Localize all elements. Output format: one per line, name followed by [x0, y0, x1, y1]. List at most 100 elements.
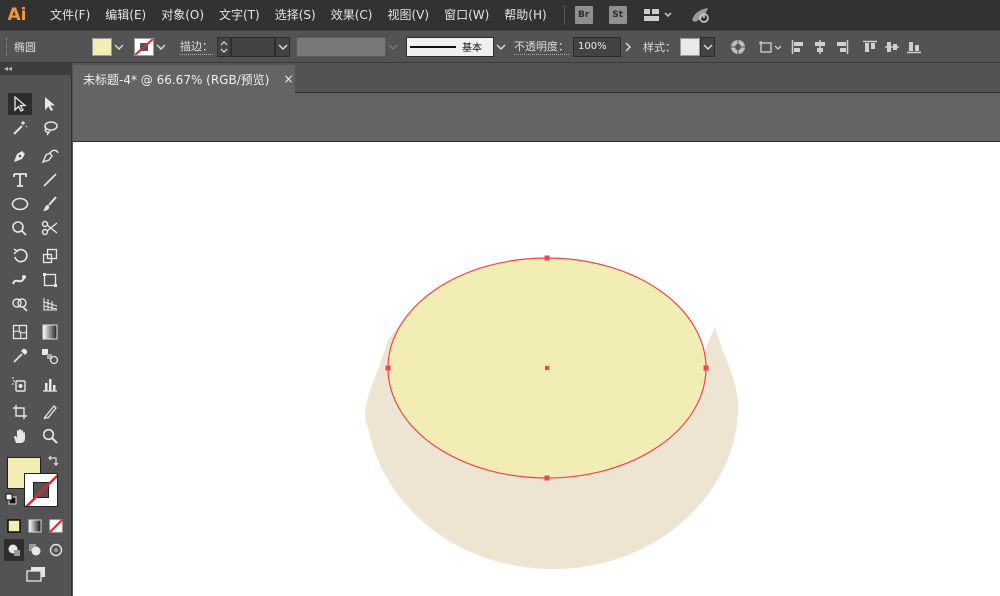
app-logo: Ai — [7, 5, 27, 25]
toolbar-collapse-handle[interactable]: ◂◂ — [0, 63, 72, 75]
swap-fill-stroke-button[interactable] — [47, 455, 59, 470]
menu-file[interactable]: 文件(F) — [44, 0, 96, 30]
paintbrush-tool[interactable] — [38, 193, 62, 215]
arrange-documents-button[interactable] — [643, 8, 673, 22]
align-bottom-button[interactable] — [903, 35, 925, 59]
pen-tool[interactable] — [8, 145, 32, 167]
stroke-label[interactable]: 描边： — [180, 38, 213, 55]
align-top-button[interactable] — [859, 35, 881, 59]
default-fill-stroke-button[interactable] — [5, 493, 17, 508]
variable-width-dropdown[interactable] — [386, 37, 400, 57]
gpu-performance-button[interactable] — [689, 6, 711, 24]
line-segment-tool[interactable] — [38, 169, 62, 191]
none-mode-button[interactable] — [46, 515, 66, 537]
artboard — [73, 142, 1000, 596]
brush-definition-dropdown[interactable] — [494, 37, 508, 57]
scale-tool[interactable] — [38, 245, 62, 267]
shape-builder-tool[interactable] — [8, 293, 32, 315]
gradient-mode-button[interactable] — [25, 515, 45, 537]
align-middle-icon — [885, 41, 899, 52]
close-tab-icon[interactable]: × — [283, 72, 293, 86]
fill-color-dropdown[interactable] — [112, 37, 126, 57]
opacity-label[interactable]: 不透明度： — [514, 38, 569, 55]
magic-wand-tool[interactable] — [8, 117, 32, 139]
document-tab[interactable]: 未标题-4* @ 66.67% (RGB/预览) × — [73, 65, 295, 93]
align-right-button[interactable] — [831, 35, 853, 59]
stock-button[interactable]: St — [608, 6, 627, 24]
menu-object[interactable]: 对象(O) — [155, 0, 210, 30]
gradient-tool[interactable] — [38, 321, 62, 343]
variable-width-profile[interactable] — [296, 36, 386, 57]
puppet-warp-icon — [12, 275, 26, 285]
mesh-tool[interactable] — [8, 321, 32, 343]
anchor-point-right[interactable] — [703, 365, 709, 371]
line-segment-icon — [43, 173, 57, 187]
draw-inside-button[interactable] — [46, 539, 66, 561]
slice-tool[interactable] — [38, 401, 62, 423]
menu-select[interactable]: 选择(S) — [269, 0, 322, 30]
type-tool[interactable] — [8, 169, 32, 191]
graphic-style-dropdown[interactable] — [700, 36, 715, 57]
hand-tool[interactable] — [8, 425, 32, 447]
swap-arrow-icon — [48, 455, 59, 466]
anchor-point-top[interactable] — [544, 255, 550, 261]
artboard-tool[interactable] — [8, 401, 32, 423]
menu-edit[interactable]: 编辑(E) — [99, 0, 152, 30]
blend-tool[interactable] — [38, 345, 62, 367]
column-graph-tool[interactable] — [38, 373, 62, 395]
perspective-grid-tool[interactable] — [38, 293, 62, 315]
brush-definition-preview[interactable]: 基本 — [406, 36, 494, 57]
symbol-sprayer-tool[interactable] — [8, 373, 32, 395]
menu-effect[interactable]: 效果(C) — [325, 0, 379, 30]
rotate-tool[interactable] — [8, 245, 32, 267]
eyedropper-tool[interactable] — [8, 345, 32, 367]
free-transform-tool[interactable] — [38, 269, 62, 291]
menu-help[interactable]: 帮助(H) — [498, 0, 552, 30]
draw-normal-button[interactable] — [4, 539, 24, 561]
curvature-tool[interactable] — [38, 145, 62, 167]
menu-type[interactable]: 文字(T) — [213, 0, 266, 30]
recolor-artwork-button[interactable] — [727, 35, 749, 59]
stroke-color-proxy[interactable] — [24, 473, 58, 507]
menu-separator — [563, 5, 565, 25]
menu-window[interactable]: 窗口(W) — [438, 0, 495, 30]
menu-view[interactable]: 视图(V) — [381, 0, 435, 30]
color-mode-button[interactable] — [4, 515, 24, 537]
stroke-color-swatch[interactable] — [134, 37, 154, 56]
document-tab-title: 未标题-4* @ 66.67% (RGB/预览) — [83, 72, 270, 87]
selection-tool[interactable] — [8, 93, 32, 115]
shaper-tool[interactable] — [8, 217, 32, 239]
direct-selection-tool[interactable] — [38, 93, 62, 115]
draw-inside-icon — [49, 543, 63, 557]
stroke-weight-dropdown[interactable] — [275, 36, 290, 57]
align-to-artboard-icon — [759, 40, 782, 53]
anchor-point-left[interactable] — [385, 365, 391, 371]
default-colors-icon — [5, 493, 17, 505]
graphic-style-swatch[interactable] — [680, 37, 700, 56]
draw-behind-button[interactable] — [25, 539, 45, 561]
lasso-tool[interactable] — [38, 117, 62, 139]
opacity-dropdown[interactable] — [621, 37, 635, 57]
opacity-input[interactable]: 100% — [573, 36, 621, 57]
align-to-button[interactable] — [757, 35, 783, 59]
color-swatch-icon — [7, 519, 21, 533]
align-left-button[interactable] — [787, 35, 809, 59]
stroke-weight-stepper[interactable] — [217, 36, 231, 57]
zoom-tool[interactable] — [38, 425, 62, 447]
chevron-down-icon — [496, 44, 506, 50]
align-horizontal-center-button[interactable] — [809, 35, 831, 59]
align-vertical-center-button[interactable] — [881, 35, 903, 59]
control-bar-grip[interactable] — [6, 37, 10, 56]
anchor-point-bottom[interactable] — [544, 475, 550, 481]
stroke-weight-input[interactable] — [231, 36, 275, 57]
ellipse-tool[interactable] — [8, 193, 32, 215]
stroke-color-dropdown[interactable] — [154, 37, 168, 57]
change-screen-mode-button[interactable] — [22, 563, 50, 585]
perspective-grid-icon — [43, 298, 58, 311]
scissors-tool[interactable] — [38, 217, 62, 239]
chevron-down-icon — [703, 44, 712, 50]
puppet-warp-tool[interactable] — [8, 269, 32, 291]
lasso-icon — [44, 121, 58, 136]
fill-color-swatch[interactable] — [92, 37, 112, 56]
bridge-button[interactable]: Br — [574, 6, 593, 24]
